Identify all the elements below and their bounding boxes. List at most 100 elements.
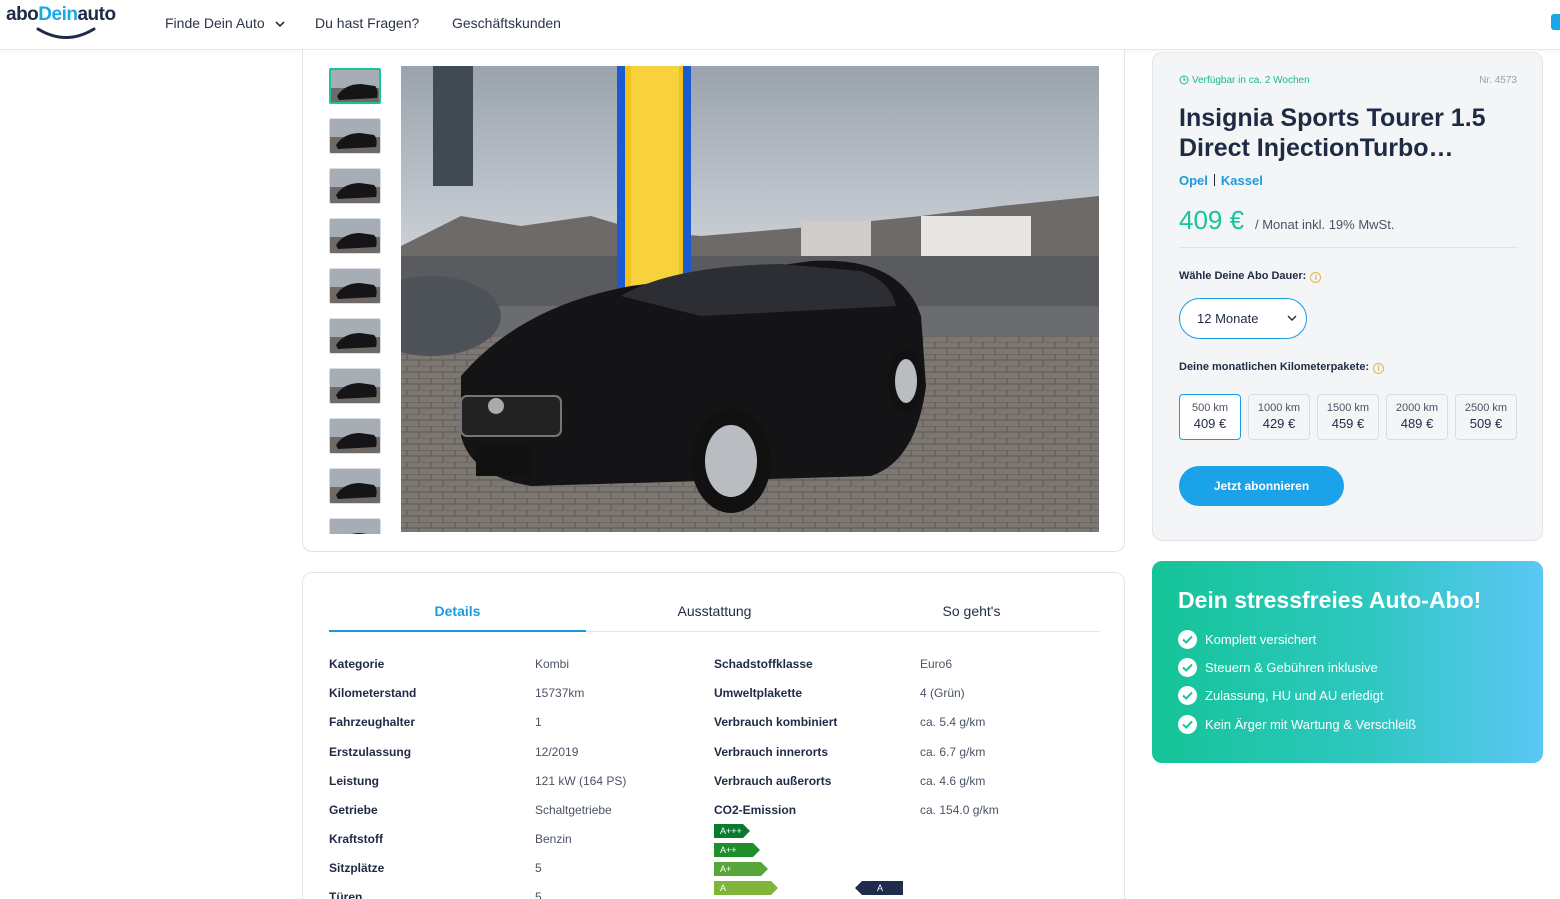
availability-text: Verfügbar in ca. 2 Wochen (1192, 75, 1310, 86)
detail-value: 15737km (535, 686, 585, 700)
detail-value: 5 (535, 890, 542, 899)
gallery-thumbnail[interactable] (329, 468, 381, 504)
logo-prefix: abo (6, 4, 39, 25)
subscribe-button[interactable]: Jetzt abonnieren (1179, 466, 1344, 506)
gallery-thumbnail[interactable] (329, 268, 381, 304)
km-amount: 1500 km (1326, 402, 1370, 414)
promo-card: Dein stressfreies Auto-Abo! Komplett ver… (1152, 561, 1543, 763)
detail-label: Verbrauch kombiniert (714, 715, 838, 729)
detail-label: Erstzulassung (329, 745, 412, 759)
offer-card: Verfügbar in ca. 2 Wochen Nr. 4573 Insig… (1152, 52, 1543, 541)
km-package-option[interactable]: 1000 km 429 € (1248, 394, 1310, 440)
nav-questions[interactable]: Du hast Fragen? (315, 15, 419, 31)
promo-benefit-text: Steuern & Gebühren inklusive (1205, 660, 1378, 675)
detail-label: Fahrzeughalter (329, 715, 416, 729)
duration-label: Wähle Deine Abo Dauer: i (1179, 270, 1322, 283)
detail-label: CO2-Emission (714, 803, 797, 817)
gallery-thumbnail[interactable] (329, 168, 381, 204)
duration-value: 12 Monate (1197, 311, 1259, 326)
divider (1179, 247, 1518, 248)
km-package-option[interactable]: 500 km 409 € (1179, 394, 1241, 440)
detail-label: Leistung (329, 774, 379, 788)
duration-label-text: Wähle Deine Abo Dauer: (1179, 270, 1307, 282)
gallery-thumbnail[interactable] (329, 68, 381, 104)
km-label-text: Deine monatlichen Kilometerpakete: (1179, 361, 1370, 373)
chevron-down-icon (1287, 315, 1297, 321)
info-icon[interactable]: i (1373, 363, 1385, 374)
nav-business[interactable]: Geschäftskunden (452, 15, 561, 31)
gallery-thumbnail[interactable] (329, 368, 381, 404)
gallery-thumbnail[interactable] (329, 218, 381, 254)
gallery-thumbnail[interactable] (329, 518, 381, 534)
promo-benefit: Komplett versichert (1178, 630, 1316, 649)
logo-accent: Dein (38, 4, 78, 25)
logo-suffix: auto (77, 4, 116, 25)
price: 409 € (1179, 205, 1245, 235)
detail-value: Schaltgetriebe (535, 803, 612, 817)
promo-benefit: Steuern & Gebühren inklusive (1178, 658, 1378, 677)
nav-find-car[interactable]: Finde Dein Auto (165, 15, 285, 31)
detail-label: Sitzplätze (329, 861, 385, 875)
detail-value: 5 (535, 861, 542, 875)
nav-find-car-label: Finde Dein Auto (165, 15, 265, 31)
detail-label: Verbrauch innerorts (714, 745, 829, 759)
gallery-thumbnail[interactable] (329, 118, 381, 154)
gallery-thumbnail[interactable] (329, 318, 381, 354)
location-link[interactable]: Kassel (1221, 173, 1263, 188)
duration-select[interactable]: 12 Monate (1179, 298, 1307, 339)
efficiency-class: A+ (714, 862, 768, 876)
km-label: Deine monatlichen Kilometerpakete: i (1179, 361, 1385, 374)
detail-value: ca. 5.4 g/km (920, 715, 986, 729)
detail-label: Kilometerstand (329, 686, 417, 700)
menu-icon[interactable] (1551, 14, 1560, 30)
details-card: Details Ausstattung So geht's Kategorie K… (302, 572, 1125, 899)
km-price: 459 € (1331, 416, 1365, 431)
brand-location: Opel Kassel (1179, 173, 1263, 188)
check-circle-icon (1178, 658, 1197, 677)
km-amount: 2500 km (1464, 402, 1508, 414)
detail-label: Verbrauch außerorts (714, 774, 832, 788)
thumbnail-strip[interactable] (329, 68, 383, 534)
check-circle-icon (1178, 715, 1197, 734)
detail-label: Getriebe (329, 803, 378, 817)
chevron-down-icon (274, 21, 285, 27)
km-price: 409 € (1193, 416, 1227, 431)
promo-benefit: Kein Ärger mit Wartung & Verschleiß (1178, 715, 1416, 734)
check-circle-icon (1178, 630, 1197, 649)
promo-benefit-text: Komplett versichert (1205, 632, 1317, 647)
km-price: 489 € (1400, 416, 1434, 431)
gallery-thumbnail[interactable] (329, 418, 381, 454)
detail-label: Kraftstoff (329, 832, 383, 846)
brand-link[interactable]: Opel (1179, 173, 1208, 188)
gallery-card (302, 50, 1125, 552)
km-price: 429 € (1262, 416, 1296, 431)
km-package-option[interactable]: 2000 km 489 € (1386, 394, 1448, 440)
promo-title: Dein stressfreies Auto-Abo! (1178, 587, 1482, 613)
km-price: 509 € (1469, 416, 1503, 431)
tab-how-it-works[interactable]: So geht's (843, 603, 1100, 632)
clock-icon (1179, 75, 1189, 85)
availability-badge: Verfügbar in ca. 2 Wochen (1179, 75, 1310, 86)
info-icon[interactable]: i (1310, 272, 1322, 283)
main-car-photo[interactable] (401, 66, 1099, 532)
promo-benefit-text: Kein Ärger mit Wartung & Verschleiß (1205, 717, 1417, 732)
km-package-option[interactable]: 1500 km 459 € (1317, 394, 1379, 440)
detail-value: Euro6 (920, 657, 953, 671)
detail-tabs: Details Ausstattung So geht's (329, 599, 1100, 632)
detail-value: 12/2019 (535, 745, 579, 759)
promo-benefit: Zulassung, HU und AU erledigt (1178, 686, 1383, 705)
km-package-option[interactable]: 2500 km 509 € (1455, 394, 1517, 440)
offer-number: Nr. 4573 (1479, 75, 1517, 86)
detail-label: Türen (329, 890, 363, 899)
detail-value: 121 kW (164 PS) (535, 774, 627, 788)
logo[interactable]: aboDeinauto (6, 2, 136, 42)
price-note: / Monat inkl. 19% MwSt. (1255, 217, 1395, 232)
tab-equipment[interactable]: Ausstattung (586, 603, 843, 632)
detail-label: Schadstoffklasse (714, 657, 813, 671)
detail-label: Umweltplakette (714, 686, 803, 700)
detail-value: 1 (535, 715, 542, 729)
detail-value: ca. 6.7 g/km (920, 745, 986, 759)
tab-details[interactable]: Details (329, 603, 586, 632)
detail-label: Kategorie (329, 657, 385, 671)
detail-value: Kombi (535, 657, 570, 671)
